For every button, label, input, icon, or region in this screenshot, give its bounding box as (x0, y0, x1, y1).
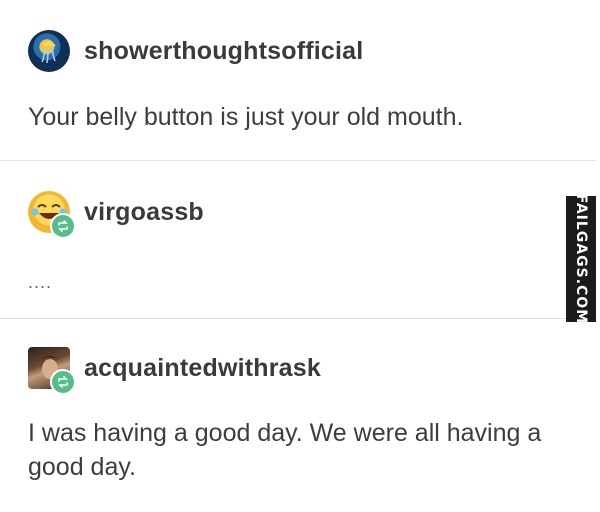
post-1-text: Your belly button is just your old mouth… (28, 103, 464, 131)
watermark: FAILGAGS.COM (566, 193, 596, 325)
post-2-header: virgoassb (28, 191, 204, 239)
post-2: virgoassb .... (0, 161, 596, 317)
post-1: showerthoughtsofficial Your belly button… (0, 0, 596, 160)
post-3-text: I was having a good day. We were all hav… (28, 419, 542, 481)
post-3-username[interactable]: acquaintedwithrask (84, 354, 321, 383)
post-3-header: acquaintedwithrask (28, 347, 321, 395)
watermark-text: FAILGAGS.COM (573, 193, 589, 325)
post-1-header: showerthoughtsofficial (28, 30, 363, 72)
photo-avatar-icon[interactable] (28, 347, 76, 395)
post-2-username[interactable]: virgoassb (84, 198, 204, 227)
laughing-emoji-avatar-icon[interactable] (28, 191, 76, 239)
post-3: acquaintedwithrask I was having a good d… (0, 319, 596, 512)
post-1-username[interactable]: showerthoughtsofficial (84, 37, 363, 66)
reblog-badge-icon (50, 369, 76, 395)
jellyfish-avatar-icon[interactable] (28, 30, 70, 72)
reblog-badge-icon (50, 213, 76, 239)
post-2-text: .... (28, 272, 53, 292)
